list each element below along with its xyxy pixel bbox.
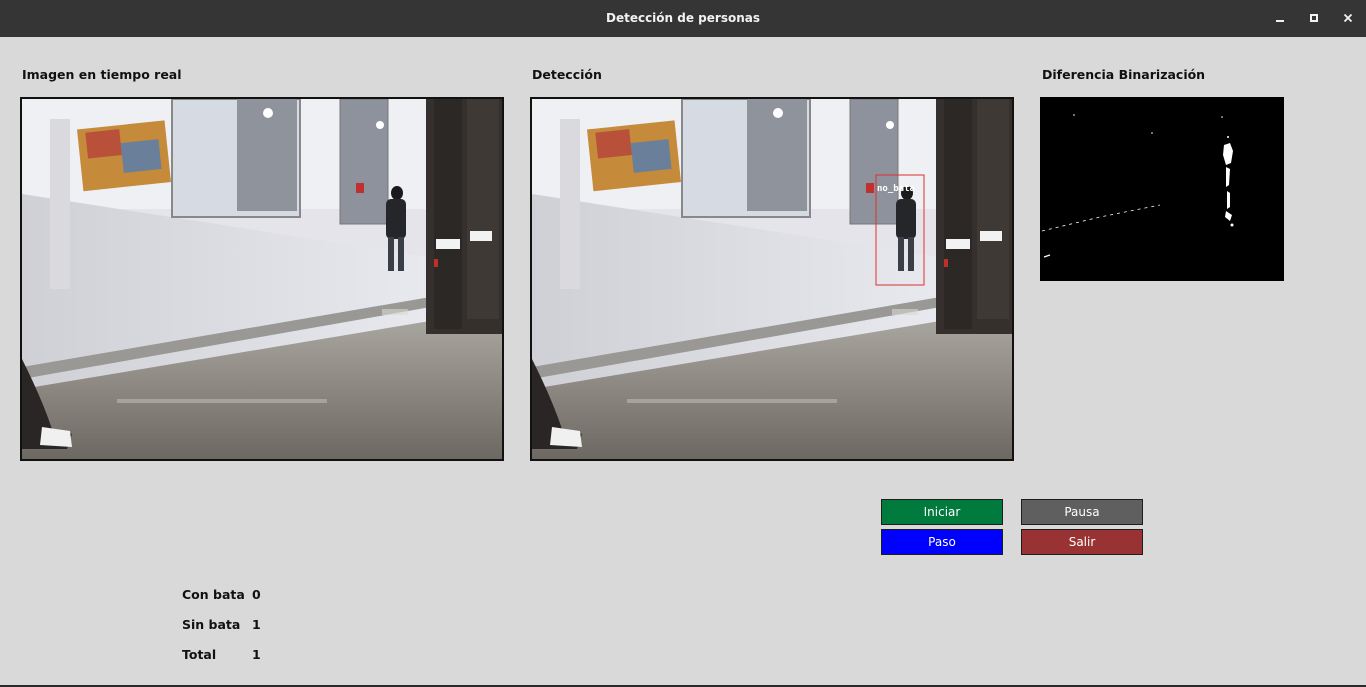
maximize-icon[interactable] [1305,9,1323,27]
step-button[interactable]: Paso [881,529,1003,555]
minimize-icon[interactable] [1271,9,1289,27]
start-button[interactable]: Iniciar [881,499,1003,525]
total-count: 1 [252,647,261,662]
title-bar: Detección de personas [0,0,1366,37]
pause-button[interactable]: Pausa [1021,499,1143,525]
with-coat-label: Con bata [182,587,245,602]
live-video-frame [20,97,504,461]
total-label: Total [182,647,217,662]
with-coat-count: 0 [252,587,261,602]
close-icon[interactable] [1339,9,1357,27]
window-title: Detección de personas [605,11,760,25]
exit-button[interactable]: Salir [1021,529,1143,555]
live-image-label: Imagen en tiempo real [22,67,182,82]
without-coat-count: 1 [252,617,261,632]
binarization-label: Diferencia Binarización [1042,67,1206,82]
detection-box-label: no_bata [877,184,915,194]
detection-video-frame: no_bata [530,97,1014,461]
binarization-frame [1040,97,1284,281]
without-coat-label: Sin bata [182,617,241,632]
detection-label: Detección [532,67,602,82]
